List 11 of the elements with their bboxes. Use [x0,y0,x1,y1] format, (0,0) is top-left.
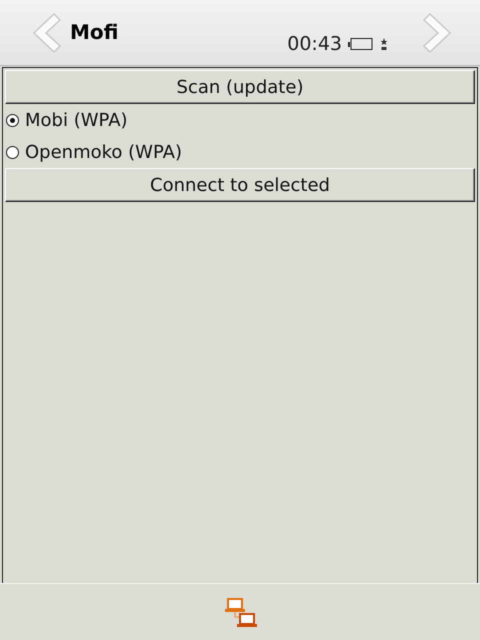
radio-button[interactable] [6,146,19,158]
network-computers-icon[interactable] [225,597,259,627]
radio-button[interactable] [6,114,19,126]
network-label[interactable]: Openmoko (WPA) [25,142,182,162]
network-label[interactable]: Mobi (WPA) [25,110,128,130]
star-icon [380,37,388,51]
app-title: Mofi [70,20,118,44]
battery-icon [348,37,374,51]
clock: 00:43 [287,33,342,55]
scan-button[interactable]: Scan (update) [5,70,475,104]
connect-button[interactable]: Connect to selected [5,168,475,202]
